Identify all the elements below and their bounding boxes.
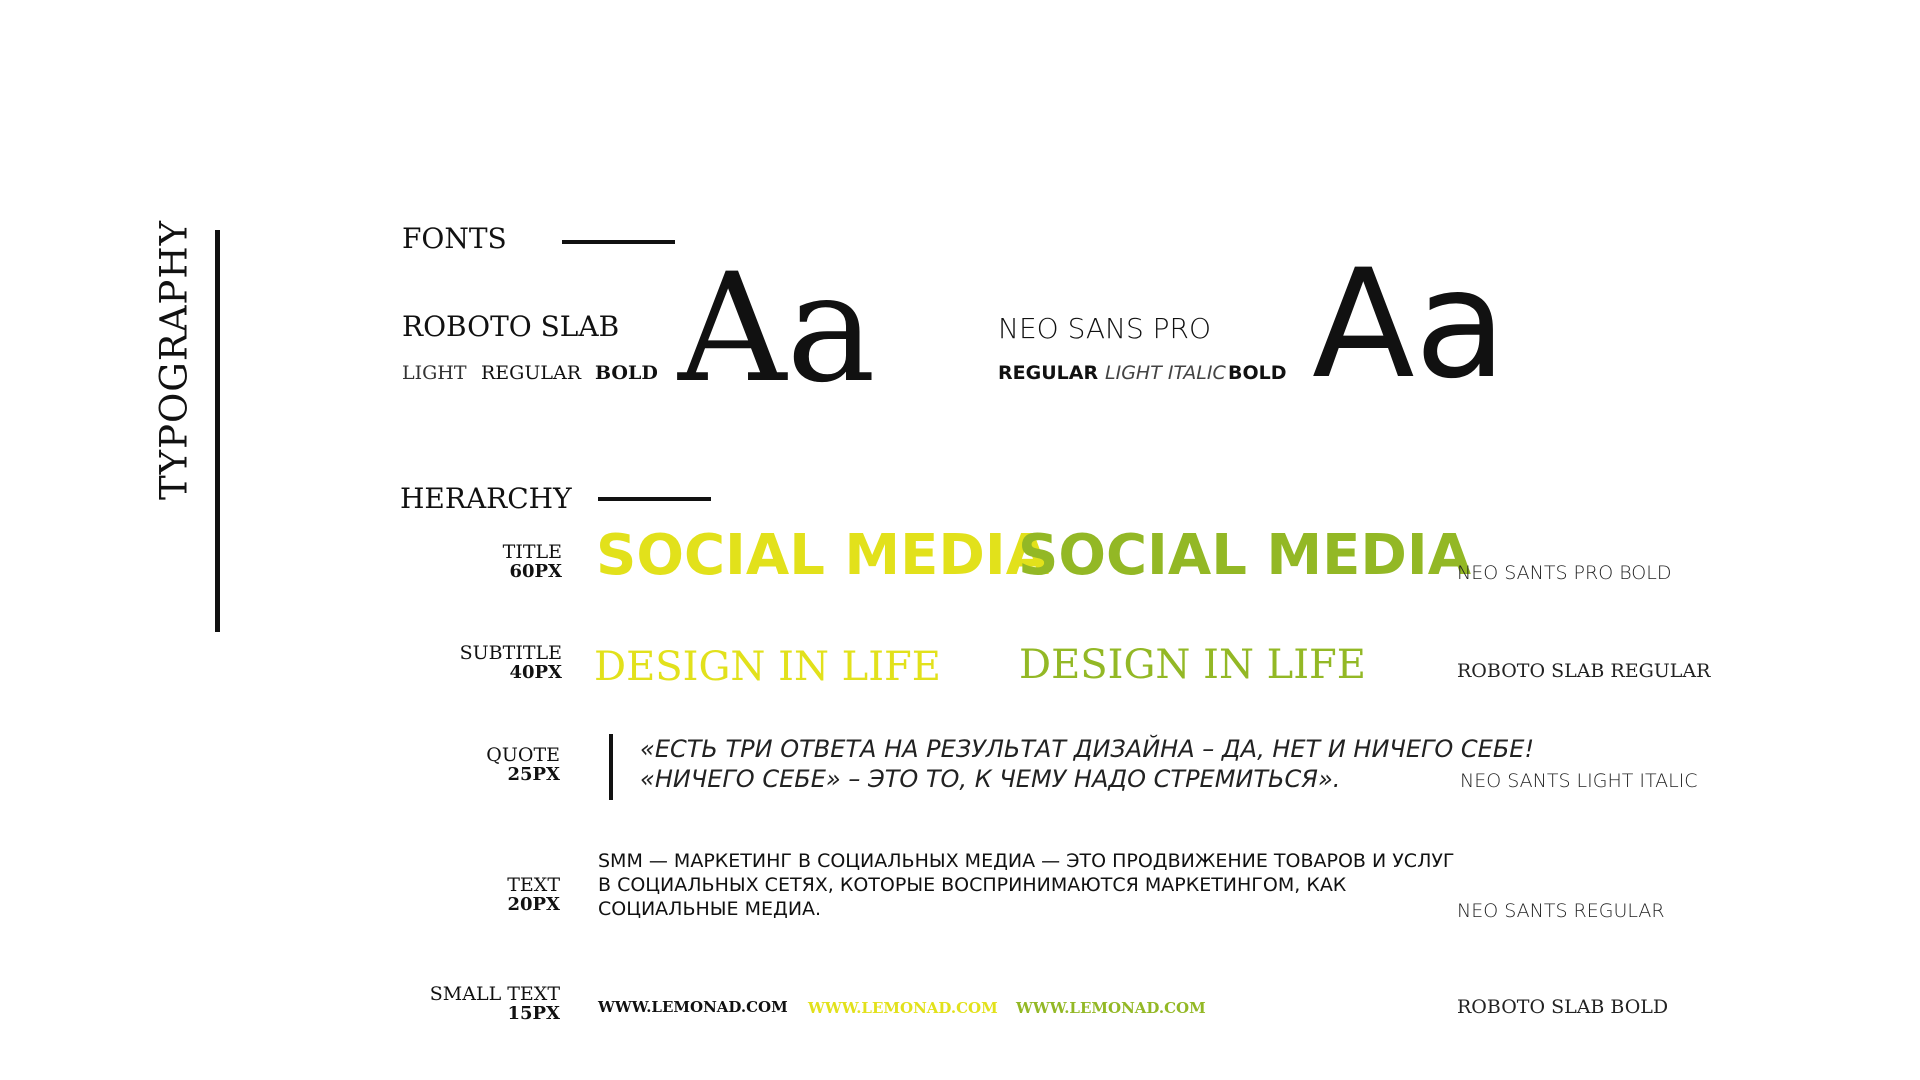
hierarchy-section-title: HERARCHY xyxy=(400,482,572,515)
title-sample-green: SOCIAL MEDIA xyxy=(1018,523,1472,588)
font1-weight-regular: REGULAR xyxy=(481,362,582,384)
font1-name: ROBOTO SLAB xyxy=(402,310,620,343)
font1-sample: Aa xyxy=(678,242,876,416)
small-text-yellow: WWW.LEMONAD.COM xyxy=(808,999,998,1017)
font2-name: NEO SANS PRO xyxy=(998,312,1212,345)
font2-sample: Aa xyxy=(1312,238,1507,412)
small-text-green: WWW.LEMONAD.COM xyxy=(1016,999,1206,1017)
body-text-line-3: СОЦИАЛЬНЫЕ МЕДИА. xyxy=(598,897,822,920)
quote-line-2: «НИЧЕГО СЕБЕ» – ЭТО ТО, К ЧЕМУ НАДО СТРЕ… xyxy=(640,765,1341,794)
small-font-spec: ROBOTO SLAB BOLD xyxy=(1457,996,1669,1018)
font2-weight-bold: BOLD xyxy=(1228,362,1287,384)
quote-label: QUOTE xyxy=(486,744,560,766)
quote-font-spec: NEO SANTS LIGHT ITALIC xyxy=(1460,770,1698,792)
font2-weight-regular: REGULAR xyxy=(998,362,1099,384)
text-font-spec: NEO SANTS REGULAR xyxy=(1457,900,1665,922)
quote-size: 25PX xyxy=(507,763,560,785)
title-size: 60PX xyxy=(509,560,562,582)
fonts-section-title: FONTS xyxy=(402,222,507,255)
small-row-label: SMALL TEXT 15PX xyxy=(380,983,560,1024)
body-text-line-2: В СОЦИАЛЬНЫХ СЕТЯХ, КОТОРЫЕ ВОСПРИНИМАЮТ… xyxy=(598,873,1347,896)
text-row-label: TEXT 20PX xyxy=(380,874,560,915)
subtitle-font-spec: ROBOTO SLAB REGULAR xyxy=(1457,660,1711,682)
vertical-page-title: TYPOGRAPHY xyxy=(152,219,196,501)
subtitle-size: 40PX xyxy=(509,661,562,683)
title-row-label: TITLE 60PX xyxy=(382,541,562,582)
subtitle-label: SUBTITLE xyxy=(459,642,562,664)
text-size: 20PX xyxy=(507,893,560,915)
subtitle-row-label: SUBTITLE 40PX xyxy=(382,642,562,683)
quote-text: «ЕСТЬ ТРИ ОТВЕТА НА РЕЗУЛЬТАТ ДИЗАЙНА – … xyxy=(640,734,1534,795)
body-text: SMM — МАРКЕТИНГ В СОЦИАЛЬНЫХ МЕДИА — ЭТО… xyxy=(598,850,1455,921)
small-text-black: WWW.LEMONAD.COM xyxy=(598,998,788,1016)
quote-bar xyxy=(609,734,613,800)
quote-row-label: QUOTE 25PX xyxy=(380,744,560,785)
title-font-spec: NEO SANTS PRO BOLD xyxy=(1457,562,1672,584)
quote-line-1: «ЕСТЬ ТРИ ОТВЕТА НА РЕЗУЛЬТАТ ДИЗАЙНА – … xyxy=(640,735,1535,763)
vertical-divider xyxy=(215,230,220,632)
title-sample-yellow: SOCIAL MEDIA xyxy=(596,523,1050,588)
fonts-section-rule xyxy=(562,240,675,244)
font1-weight-light: LIGHT xyxy=(402,362,467,384)
subtitle-sample-yellow: DESIGN IN LIFE xyxy=(594,644,941,690)
body-text-line-1: SMM — МАРКЕТИНГ В СОЦИАЛЬНЫХ МЕДИА — ЭТО… xyxy=(598,850,1455,872)
small-label: SMALL TEXT xyxy=(429,983,560,1005)
font1-weight-bold: BOLD xyxy=(595,362,658,384)
title-label: TITLE xyxy=(502,541,562,563)
font2-weight-light-italic: LIGHT ITALIC xyxy=(1105,362,1226,384)
text-label: TEXT xyxy=(507,874,560,896)
subtitle-sample-green: DESIGN IN LIFE xyxy=(1019,642,1366,688)
small-size: 15PX xyxy=(507,1002,560,1024)
hierarchy-section-rule xyxy=(598,497,711,501)
